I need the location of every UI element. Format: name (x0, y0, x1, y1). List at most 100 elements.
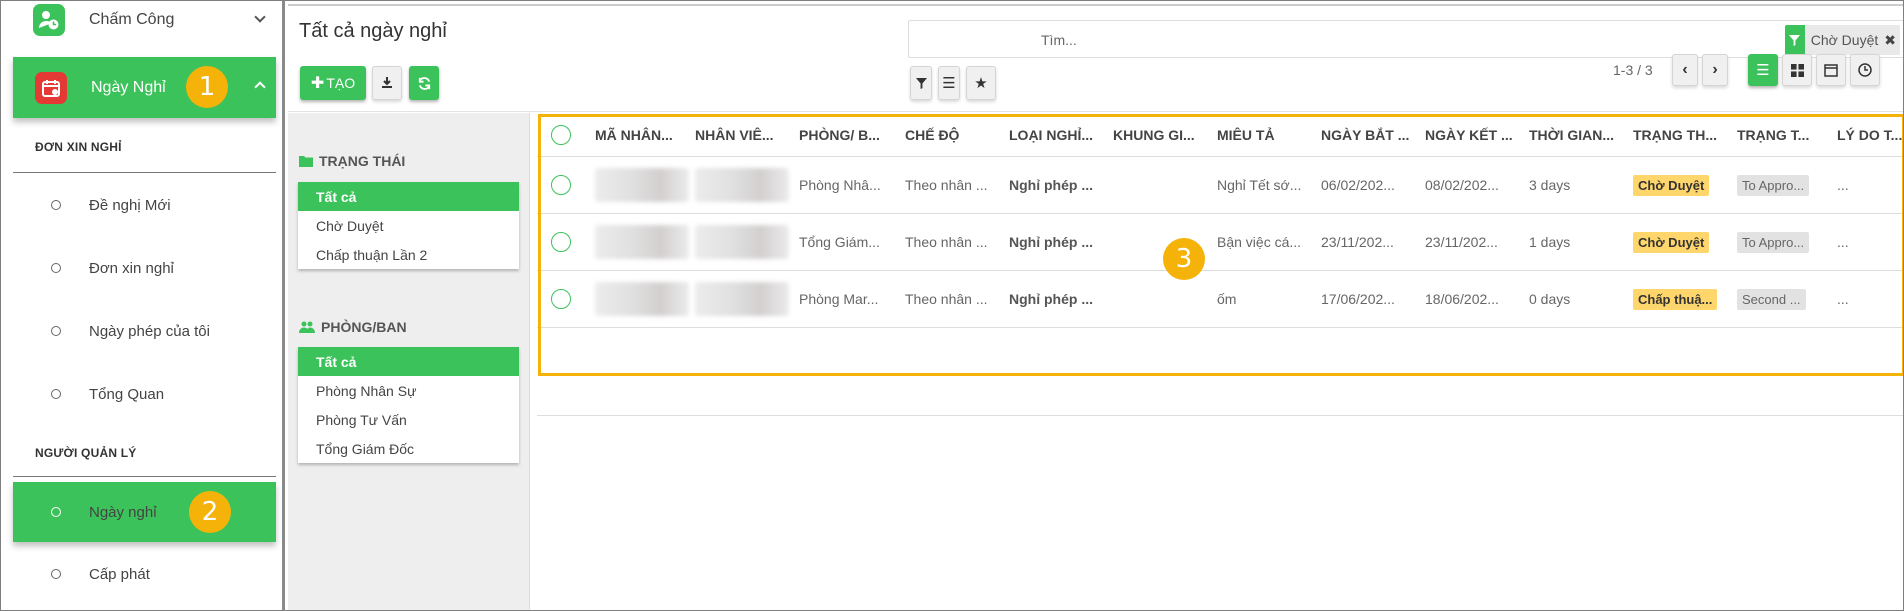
sidebar-app-cham-cong[interactable]: Chấm Công (13, 1, 276, 39)
divider (13, 476, 276, 477)
search-bar[interactable]: Chờ Duyệt ✖ (908, 20, 1903, 58)
refresh-button[interactable] (409, 66, 439, 100)
status-filter-pending[interactable]: Chờ Duyệt (298, 211, 519, 240)
duration-cell: 3 days (1529, 177, 1571, 193)
start-date-cell: 17/06/202... (1321, 291, 1395, 307)
circle-icon (51, 507, 61, 517)
column-header[interactable]: LOẠI NGHỈ... (1009, 127, 1113, 143)
star-icon: ★ (974, 75, 988, 92)
blurred-content (595, 168, 689, 202)
close-icon[interactable]: ✖ (1884, 32, 1900, 49)
status2-cell: To Appro... (1737, 231, 1837, 253)
chevron-up-icon (254, 81, 266, 93)
status-filter-approved2[interactable]: Chấp thuận Lần 2 (298, 240, 519, 269)
search-input[interactable] (1041, 29, 1861, 51)
mode-cell: Theo nhân ... (905, 234, 988, 250)
end-date-cell: 23/11/202... (1425, 234, 1498, 250)
divider (537, 415, 1903, 416)
calendar-view-icon (1824, 64, 1838, 77)
row-checkbox[interactable] (551, 289, 571, 309)
dept-filter-ceo[interactable]: Tổng Giám Đốc (298, 434, 519, 463)
activity-view-button[interactable] (1850, 54, 1880, 86)
table-row[interactable]: Tổng Giám... Theo nhân ... Nghỉ phép ...… (537, 214, 1903, 271)
employee-name-cell (695, 282, 799, 316)
column-header[interactable]: TRẠNG TH... (1633, 127, 1737, 143)
reason-cell: ... (1837, 291, 1849, 307)
start-date-cell: 06/02/202... (1321, 177, 1395, 193)
status-badge: Chờ Duyệt (1633, 174, 1710, 196)
column-header[interactable]: NGÀY KẾT ... (1425, 127, 1529, 143)
list-view-button[interactable]: ☰ (1748, 54, 1778, 86)
sidebar-item-cap-phat[interactable]: Cấp phát (13, 549, 276, 599)
sidebar-item-tong-quan[interactable]: Tổng Quan (13, 369, 276, 419)
sidebar-item-ngay-nghi[interactable]: Ngày nghỉ 2 (13, 482, 276, 542)
dept-filter-hr[interactable]: Phòng Nhân Sự (298, 376, 519, 405)
column-header[interactable]: CHẾ ĐỘ (905, 127, 1009, 143)
status-filter-title: TRẠNG THÁI (299, 153, 405, 169)
main-content: Tất cả ngày nghỉ Chờ Duyệt ✖ ✚ TẠO (288, 1, 1903, 610)
divider (13, 172, 276, 173)
sidebar-item-ngay-phep[interactable]: Ngày phép của tôi (13, 306, 276, 356)
filter-icon (1784, 25, 1805, 55)
dept-filter-title: PHÒNG/BAN (299, 319, 407, 335)
control-panel: Tất cả ngày nghỉ Chờ Duyệt ✖ ✚ TẠO (288, 4, 1903, 112)
column-header[interactable]: NHÂN VIÊ... (695, 127, 799, 143)
row-select-cell (537, 232, 595, 252)
create-button[interactable]: ✚ TẠO (300, 66, 366, 100)
calendar-icon (35, 71, 67, 104)
sidebar-app-ngay-nghi[interactable]: Ngày Nghỉ 1 (13, 57, 276, 118)
pager-value[interactable]: 1-3 / 3 (1613, 62, 1653, 78)
users-icon (299, 321, 315, 333)
sidebar: Chấm Công Ngày Nghỉ 1 ĐƠN XIN NGHỈ Đề ng… (1, 1, 285, 610)
row-checkbox[interactable] (551, 175, 571, 195)
column-header[interactable]: LÝ DO T... (1837, 127, 1903, 143)
blurred-content (595, 282, 689, 316)
filter-icon (915, 77, 927, 89)
sidebar-item-label: Ngày phép của tôi (89, 322, 210, 340)
circle-icon (51, 389, 61, 399)
status-badge: Chờ Duyệt (1633, 231, 1710, 253)
end-date-cell: 18/06/202... (1425, 291, 1499, 307)
header-select-cell (537, 124, 595, 145)
sidebar-app-label: Ngày Nghỉ (91, 78, 166, 96)
column-header[interactable]: KHUNG GI... (1113, 127, 1217, 143)
pager-previous-button[interactable]: ‹ (1672, 54, 1698, 86)
column-header[interactable]: PHÒNG/ B... (799, 127, 905, 143)
sidebar-item-don-xin-nghi[interactable]: Đơn xin nghỉ (13, 243, 276, 293)
blurred-content (695, 282, 789, 316)
dept-filter-list: Tất cả Phòng Nhân Sự Phòng Tư Vấn Tổng G… (298, 347, 519, 463)
status-filter-all[interactable]: Tất cả (298, 182, 519, 211)
kanban-icon (1790, 63, 1804, 77)
dept-filter-all[interactable]: Tất cả (298, 347, 519, 376)
annotation-badge: 1 (186, 66, 228, 108)
table-row[interactable]: Phòng Nhâ... Theo nhân ... Nghỉ phép ...… (537, 157, 1903, 214)
table-row[interactable]: Phòng Mar... Theo nhân ... Nghỉ phép ...… (537, 271, 1903, 328)
download-button[interactable] (372, 66, 402, 100)
dept-filter-title-text: PHÒNG/BAN (321, 319, 407, 335)
favorites-menu-button[interactable]: ★ (966, 66, 996, 100)
column-header[interactable]: TRẠNG T... (1737, 127, 1837, 143)
select-all-checkbox[interactable] (551, 124, 571, 145)
filter-menu-button[interactable] (910, 66, 932, 100)
description-cell: Nghỉ Tết sớ... (1217, 177, 1302, 193)
filter-chip[interactable]: Chờ Duyệt ✖ (1784, 25, 1900, 55)
sidebar-item-de-nghi-moi[interactable]: Đề nghị Mới (13, 180, 276, 230)
employee-code-cell (595, 168, 695, 202)
column-header[interactable]: THỜI GIAN... (1529, 127, 1633, 143)
mode-cell: Theo nhân ... (905, 177, 988, 193)
plus-icon: ✚ (310, 75, 325, 92)
pager-next-button[interactable]: › (1702, 54, 1728, 86)
groupby-menu-button[interactable]: ☰ (938, 66, 960, 100)
calendar-view-button[interactable] (1816, 54, 1846, 86)
status-filter-title-text: TRẠNG THÁI (319, 153, 406, 169)
row-checkbox[interactable] (551, 232, 571, 252)
column-header[interactable]: MIÊU TẢ (1217, 127, 1321, 143)
column-header[interactable]: NGÀY BẮT ... (1321, 127, 1425, 143)
dept-cell: Phòng Mar... (799, 291, 879, 307)
column-header[interactable]: MÃ NHÂN... (595, 127, 695, 143)
dept-filter-consult[interactable]: Phòng Tư Vấn (298, 405, 519, 434)
start-date-cell: 23/11/202... (1321, 234, 1394, 250)
kanban-view-button[interactable] (1782, 54, 1812, 86)
status-badge: To Appro... (1737, 174, 1810, 196)
employee-code-cell (595, 282, 695, 316)
